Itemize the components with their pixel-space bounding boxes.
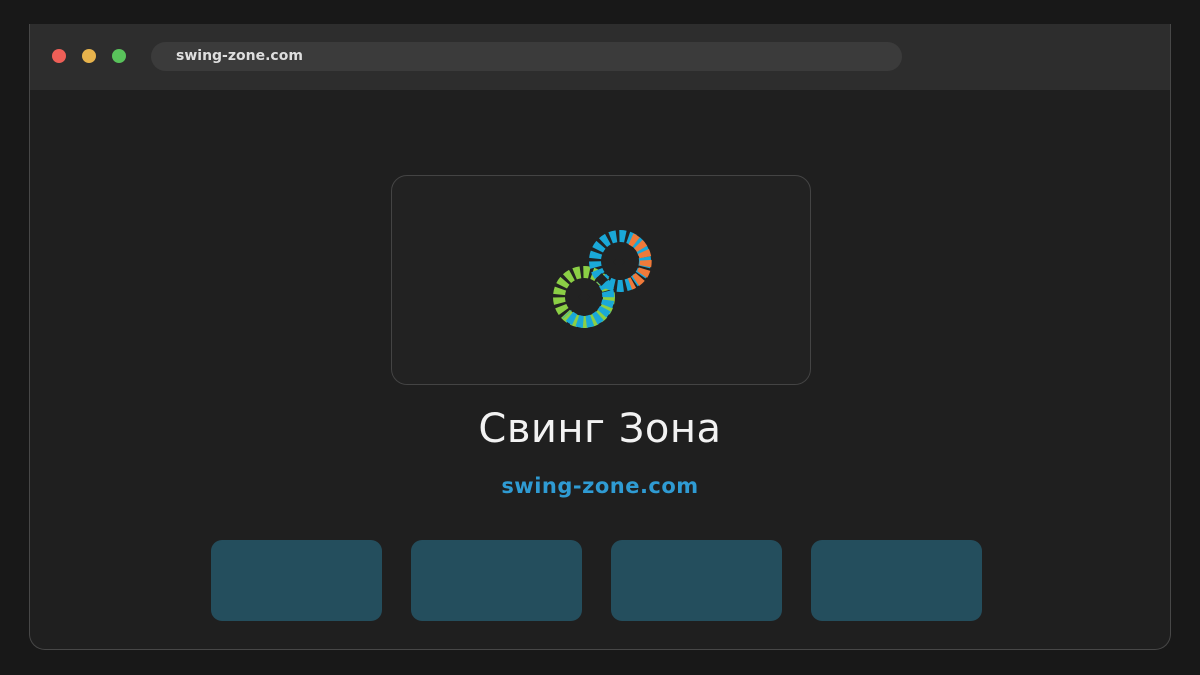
shortcut-tile[interactable] [811, 540, 982, 621]
shortcut-tiles [211, 540, 991, 621]
address-bar[interactable]: swing-zone.com [151, 42, 902, 71]
shortcut-tile[interactable] [411, 540, 582, 621]
browser-window: swing-zone.com Свинг Зона swing-zone.com [29, 24, 1171, 650]
logo-notch-upper [613, 256, 625, 268]
logo-notch-lower [578, 291, 590, 303]
shortcut-tile[interactable] [211, 540, 382, 621]
browser-titlebar: swing-zone.com [30, 24, 1170, 90]
linked-rings-logo-icon [553, 230, 652, 329]
close-window-button[interactable] [52, 49, 66, 63]
maximize-window-button[interactable] [112, 49, 126, 63]
site-title: Свинг Зона [478, 406, 722, 452]
logo-card [391, 175, 811, 385]
shortcut-tile[interactable] [611, 540, 782, 621]
minimize-window-button[interactable] [82, 49, 96, 63]
site-url-link[interactable]: swing-zone.com [30, 473, 1170, 499]
